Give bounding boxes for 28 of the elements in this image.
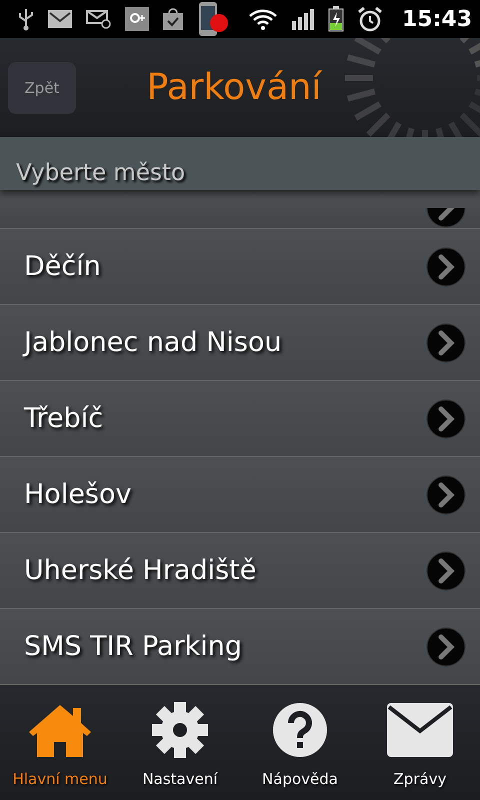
alarm-clock-icon — [356, 6, 383, 32]
nav-tab[interactable]: Nastavení — [120, 685, 240, 800]
chevron-icon — [426, 322, 466, 362]
email-icon — [86, 9, 112, 29]
chevron-icon — [426, 550, 466, 590]
home-icon — [27, 702, 93, 758]
phone-icon — [197, 1, 229, 37]
usb-icon — [18, 7, 34, 31]
help-icon — [272, 702, 328, 758]
battery-charging-icon — [328, 6, 344, 32]
wifi-icon — [248, 7, 278, 31]
chevron-icon — [426, 626, 466, 666]
section-title: Vyberte město — [16, 160, 186, 186]
chevron-icon — [426, 398, 466, 438]
nav-tab[interactable]: Nápověda — [240, 685, 360, 800]
nav-tab[interactable]: Hlavní menu — [0, 685, 120, 800]
nav-tab[interactable]: Zprávy — [360, 685, 480, 800]
google-plus-icon — [125, 7, 149, 31]
signal-icon — [290, 7, 315, 31]
back-button[interactable]: Zpět — [8, 62, 76, 114]
chevron-icon — [426, 246, 466, 286]
envelope-icon — [386, 702, 454, 758]
shopping-bag-icon — [162, 7, 184, 31]
mail-icon — [47, 9, 73, 29]
clock-time: 15:43 — [402, 6, 472, 32]
gear-icon — [152, 702, 208, 758]
chevron-icon — [426, 474, 466, 514]
screen-title: Parkování — [146, 67, 324, 108]
